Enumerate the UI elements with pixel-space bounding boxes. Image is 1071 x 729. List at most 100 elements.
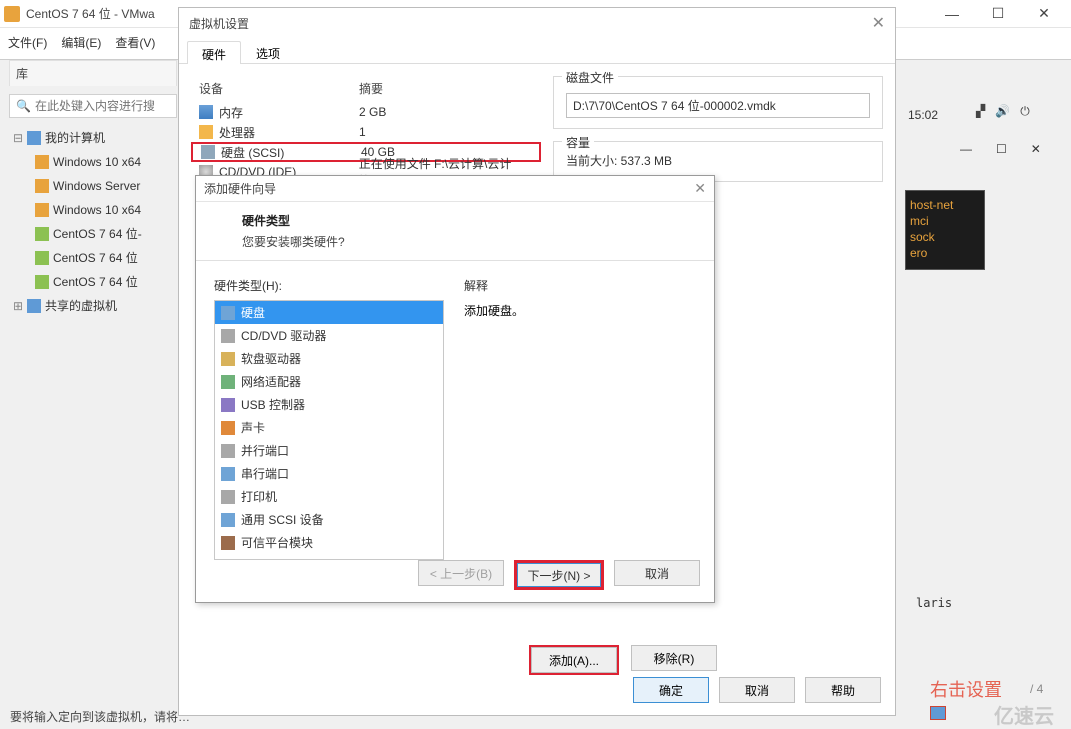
hw-name: 硬盘 (SCSI) xyxy=(221,144,361,161)
add-hardware-button[interactable]: 添加(A)... xyxy=(531,647,617,673)
wizard-title-bar: 添加硬件向导 ✕ xyxy=(196,176,714,202)
cpu-icon xyxy=(199,125,213,139)
wizard-title: 添加硬件向导 xyxy=(204,180,276,197)
vm-label: CentOS 7 64 位 xyxy=(53,247,138,269)
usb-icon xyxy=(221,398,235,412)
dialog-footer: 确定 取消 帮助 xyxy=(633,677,881,703)
list-item-usb[interactable]: USB 控制器 xyxy=(215,393,443,416)
group-legend: 磁盘文件 xyxy=(562,69,618,86)
desktop-clock: 15:02 xyxy=(908,108,938,122)
li-label: 可信平台模块 xyxy=(241,534,313,551)
inner-window-controls: — ☐ ✕ xyxy=(960,142,1041,156)
menu-edit[interactable]: 编辑(E) xyxy=(61,34,101,51)
vm-icon xyxy=(35,275,49,289)
list-item-sound[interactable]: 声卡 xyxy=(215,416,443,439)
tab-options[interactable]: 选项 xyxy=(241,40,295,63)
power-icon[interactable]: ⏻ xyxy=(1020,104,1030,119)
vm-label: Windows 10 x64 xyxy=(53,151,141,173)
list-item-printer[interactable]: 打印机 xyxy=(215,485,443,508)
tree-shared[interactable]: ⊞ 共享的虚拟机 xyxy=(13,294,177,318)
library-search[interactable]: 🔍 xyxy=(9,94,177,118)
col-summary: 摘要 xyxy=(359,80,383,97)
expand-icon[interactable]: ⊟ xyxy=(13,127,23,149)
sound-icon xyxy=(221,421,235,435)
help-button[interactable]: 帮助 xyxy=(805,677,881,703)
tab-hardware[interactable]: 硬件 xyxy=(187,41,241,64)
vmware-icon xyxy=(4,6,20,22)
term-line: host-net xyxy=(910,197,980,213)
inner-maximize-button[interactable]: ☐ xyxy=(996,142,1007,156)
network-icon xyxy=(221,375,235,389)
taskbar-vm-icon[interactable] xyxy=(930,706,946,720)
inner-close-button[interactable]: ✕ xyxy=(1031,142,1041,156)
li-label: 软盘驱动器 xyxy=(241,350,301,367)
explain-label: 解释 xyxy=(464,277,696,294)
dialog-close-button[interactable]: ✕ xyxy=(872,13,885,33)
next-button[interactable]: 下一步(N) > xyxy=(517,563,601,587)
term-line: ero xyxy=(910,245,980,261)
list-item-cddvd[interactable]: CD/DVD 驱动器 xyxy=(215,324,443,347)
vm-item[interactable]: Windows 10 x64 xyxy=(35,150,177,174)
inner-minimize-button[interactable]: — xyxy=(960,142,972,156)
vm-item[interactable]: CentOS 7 64 位 xyxy=(35,246,177,270)
vm-icon xyxy=(35,251,49,265)
sound-icon[interactable]: 🔊 xyxy=(995,104,1010,119)
hdd-icon xyxy=(221,306,235,320)
vm-item[interactable]: CentOS 7 64 位- xyxy=(35,222,177,246)
vm-icon xyxy=(35,155,49,169)
li-label: 硬盘 xyxy=(241,304,265,321)
vm-icon xyxy=(35,179,49,193)
list-item-tpm[interactable]: 可信平台模块 xyxy=(215,531,443,554)
search-input[interactable] xyxy=(35,99,155,113)
wizard-left: 硬件类型(H): 硬盘 CD/DVD 驱动器 软盘驱动器 网络适配器 USB 控… xyxy=(214,277,444,560)
li-label: 打印机 xyxy=(241,488,277,505)
ok-button[interactable]: 确定 xyxy=(633,677,709,703)
list-item-floppy[interactable]: 软盘驱动器 xyxy=(215,347,443,370)
close-button[interactable]: ✕ xyxy=(1021,0,1067,28)
hdd-icon xyxy=(201,145,215,159)
wizard-cancel-button[interactable]: 取消 xyxy=(614,560,700,586)
window-controls: — ☐ ✕ xyxy=(929,0,1067,28)
wizard-heading: 硬件类型 xyxy=(242,212,696,229)
remove-hardware-button[interactable]: 移除(R) xyxy=(631,645,717,671)
hardware-type-listbox[interactable]: 硬盘 CD/DVD 驱动器 软盘驱动器 网络适配器 USB 控制器 声卡 并行端… xyxy=(214,300,444,560)
network-icon[interactable]: ▞ xyxy=(976,104,985,119)
col-device: 设备 xyxy=(199,80,359,97)
tree-shared-label: 共享的虚拟机 xyxy=(45,295,117,317)
hw-name: 内存 xyxy=(219,104,359,121)
list-item-harddisk[interactable]: 硬盘 xyxy=(215,301,443,324)
maximize-button[interactable]: ☐ xyxy=(975,0,1021,28)
hardware-list-header: 设备 摘要 xyxy=(191,76,541,102)
li-label: CD/DVD 驱动器 xyxy=(241,327,326,344)
search-icon: 🔍 xyxy=(16,99,31,113)
vm-item[interactable]: CentOS 7 64 位 xyxy=(35,270,177,294)
cancel-button[interactable]: 取消 xyxy=(719,677,795,703)
menu-view[interactable]: 查看(V) xyxy=(115,34,155,51)
settings-tabs: 硬件 选项 xyxy=(179,38,895,64)
list-item-network[interactable]: 网络适配器 xyxy=(215,370,443,393)
list-item-serial[interactable]: 串行端口 xyxy=(215,462,443,485)
li-label: 并行端口 xyxy=(241,442,289,459)
page-indicator: / 4 xyxy=(1030,682,1043,696)
wizard-close-button[interactable]: ✕ xyxy=(694,180,706,197)
computer-icon xyxy=(27,131,41,145)
vm-item[interactable]: Windows 10 x64 xyxy=(35,198,177,222)
expand-icon[interactable]: ⊞ xyxy=(13,295,23,317)
menu-file[interactable]: 文件(F) xyxy=(8,34,47,51)
disk-path-field[interactable]: D:\7\70\CentOS 7 64 位-000002.vmdk xyxy=(566,93,870,118)
list-item-scsi[interactable]: 通用 SCSI 设备 xyxy=(215,508,443,531)
vm-item[interactable]: Windows Server xyxy=(35,174,177,198)
highlight-box: 下一步(N) > xyxy=(514,560,604,590)
minimize-button[interactable]: — xyxy=(929,0,975,28)
hw-row-memory[interactable]: 内存 2 GB xyxy=(191,102,541,122)
back-button[interactable]: < 上一步(B) xyxy=(418,560,504,586)
scsi-icon xyxy=(221,513,235,527)
memory-icon xyxy=(199,105,213,119)
vm-label: CentOS 7 64 位 xyxy=(53,271,138,293)
tree-root[interactable]: ⊟ 我的计算机 xyxy=(13,126,177,150)
term-line: mci xyxy=(910,213,980,229)
hw-row-cpu[interactable]: 处理器 1 xyxy=(191,122,541,142)
list-item-parallel[interactable]: 并行端口 xyxy=(215,439,443,462)
explain-body: 添加硬盘。 xyxy=(464,302,696,319)
add-hardware-wizard: 添加硬件向导 ✕ 硬件类型 您要安装哪类硬件? 硬件类型(H): 硬盘 CD/D… xyxy=(195,175,715,603)
